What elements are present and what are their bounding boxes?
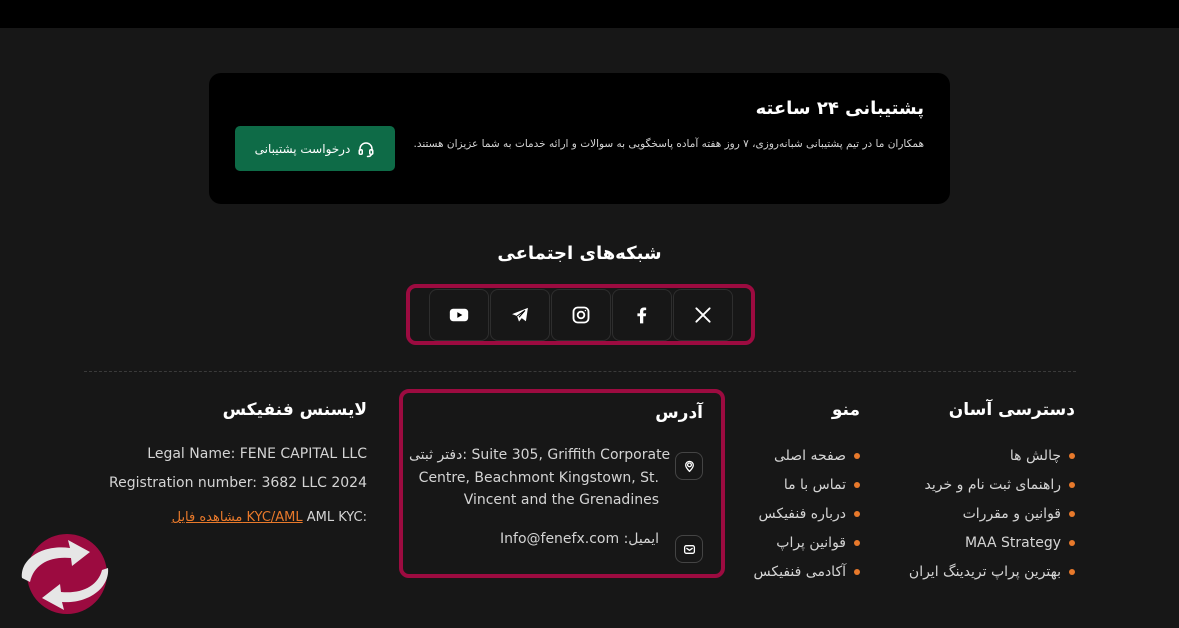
registered-address: دفتر ثبتی: Suite 305, Griffith Corporate… <box>409 444 670 512</box>
kyc-label: AML KYC: <box>306 510 367 525</box>
quick-access-item[interactable]: بهترین پراپ تریدینگ ایران <box>909 557 1075 586</box>
floating-badge[interactable] <box>12 532 110 616</box>
menu-label: تماس با ما <box>783 476 846 493</box>
x-icon <box>694 306 711 323</box>
bullet-dot <box>854 568 860 575</box>
menu-item[interactable]: آکادمی فنفیکس <box>754 557 860 586</box>
support-card: پشتیبانی ۲۴ ساعته همکاران ما در تیم پشتی… <box>209 73 950 204</box>
menu-item[interactable]: تماس با ما <box>754 470 860 499</box>
bullet-dot <box>854 539 860 546</box>
bullet-dot <box>1069 568 1075 575</box>
menu-label: درباره فنفیکس <box>758 505 846 522</box>
telegram-icon <box>511 307 528 322</box>
address-title: آدرس <box>655 403 703 423</box>
youtube-button[interactable] <box>428 288 489 341</box>
quick-access-label: چالش ها <box>1009 447 1061 464</box>
bullet-dot <box>854 481 860 488</box>
registered-line-2: Centre, Beachmont Kingstown, St. <box>418 469 659 486</box>
registration-number: Registration number: 3682 LLC 2024 <box>109 475 367 491</box>
quick-access-item[interactable]: MAA Strategy <box>909 528 1075 557</box>
headset-icon <box>358 141 374 157</box>
bullet-dot <box>1069 539 1075 546</box>
menu-list: صفحه اصلی تماس با ما درباره فنفیکس قوانی… <box>754 441 860 586</box>
instagram-icon <box>572 306 589 323</box>
support-request-button[interactable]: درخواست پشتیبانی <box>235 126 395 171</box>
bullet-dot <box>1069 452 1075 459</box>
quick-access-label: قوانین و مقررات <box>962 505 1061 522</box>
quick-access-label: MAA Strategy <box>964 534 1061 551</box>
facebook-button[interactable] <box>611 288 672 341</box>
bullet-dot <box>1069 481 1075 488</box>
quick-access-label: بهترین پراپ تریدینگ ایران <box>908 563 1061 580</box>
footer-divider <box>84 371 1076 372</box>
quick-access-item[interactable]: قوانین و مقررات <box>909 499 1075 528</box>
location-icon <box>684 460 694 472</box>
social-title: شبکه‌های اجتماعی <box>497 243 662 264</box>
menu-label: قوانین پراپ <box>776 534 846 551</box>
sync-logo-icon <box>21 534 109 614</box>
support-button-label: درخواست پشتیبانی <box>254 141 351 156</box>
address-section: آدرس دفتر ثبتی: Suite 305, Griffith Corp… <box>399 389 725 578</box>
bullet-dot <box>854 452 860 459</box>
quick-access-label: راهنمای ثبت نام و خرید <box>924 476 1061 493</box>
registered-line-1: Suite 305, Griffith Corporate <box>471 447 671 463</box>
address-line-1: دفتر ثبتی: Suite 305, Griffith Corporate <box>409 444 670 467</box>
license-title: لایسنس فنفیکس <box>222 400 367 420</box>
support-description: همکاران ما در تیم پشتیبانی شبانه‌روزی، ۷… <box>413 138 924 150</box>
email-row: ایمیل: Info@fenefx.com <box>500 531 659 547</box>
bullet-dot <box>854 510 860 517</box>
menu-item[interactable]: درباره فنفیکس <box>754 499 860 528</box>
email-label: ایمیل: <box>623 531 659 547</box>
kyc-file-link[interactable]: مشاهده فایل KYC/AML <box>172 510 303 525</box>
legal-name: Legal Name: FENE CAPITAL LLC <box>147 446 367 462</box>
registered-label: دفتر ثبتی: <box>409 447 468 463</box>
quick-access-title: دسترسی آسان <box>948 400 1075 420</box>
menu-item[interactable]: قوانین پراپ <box>754 528 860 557</box>
youtube-icon <box>449 308 468 321</box>
x-button[interactable] <box>672 288 733 341</box>
menu-title: منو <box>831 400 860 420</box>
quick-access-list: چالش ها راهنمای ثبت نام و خرید قوانین و … <box>909 441 1075 586</box>
kyc-row: مشاهده فایل KYC/AML AML KYC: <box>172 510 367 525</box>
menu-item[interactable]: صفحه اصلی <box>754 441 860 470</box>
mail-icon-box <box>675 535 703 563</box>
quick-access-item[interactable]: راهنمای ثبت نام و خرید <box>909 470 1075 499</box>
bullet-dot <box>1069 510 1075 517</box>
top-bar <box>0 0 1179 28</box>
location-icon-box <box>675 452 703 480</box>
email-value[interactable]: Info@fenefx.com <box>500 531 619 547</box>
telegram-button[interactable] <box>489 288 550 341</box>
registered-line-3: Vincent and the Grenadines <box>463 492 659 508</box>
social-links <box>406 284 755 345</box>
menu-label: آکادمی فنفیکس <box>753 563 846 580</box>
quick-access-item[interactable]: چالش ها <box>909 441 1075 470</box>
support-title: پشتیبانی ۲۴ ساعته <box>755 98 924 119</box>
menu-label: صفحه اصلی <box>773 447 846 464</box>
instagram-button[interactable] <box>550 288 611 341</box>
facebook-icon <box>636 307 646 323</box>
mail-icon <box>683 544 695 554</box>
